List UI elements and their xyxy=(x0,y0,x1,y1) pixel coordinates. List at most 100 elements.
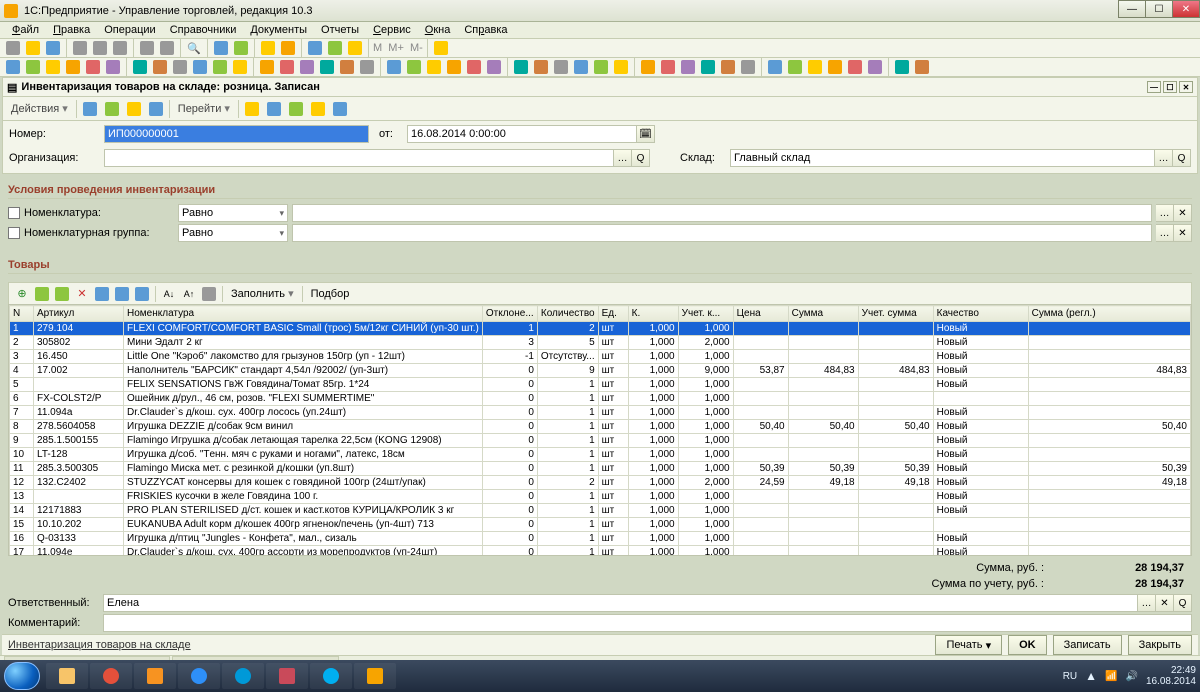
tb2-btn-29-icon[interactable] xyxy=(612,58,630,76)
tb2-btn-26-icon[interactable] xyxy=(552,58,570,76)
doc-tb-8-icon[interactable] xyxy=(309,100,327,118)
tb-new-icon[interactable] xyxy=(4,39,22,57)
tray-net-icon[interactable]: 📶 xyxy=(1105,671,1117,682)
nomen-value-input[interactable] xyxy=(292,204,1152,222)
menu-operations[interactable]: Операции xyxy=(98,22,161,38)
table-row[interactable]: 1279.104FLEXI COMFORT/COMFORT BASIC Smal… xyxy=(10,322,1191,336)
org-input[interactable] xyxy=(104,149,614,167)
tray-clock[interactable]: 22:49 16.08.2014 xyxy=(1146,665,1196,687)
tb-btn-c[interactable] xyxy=(259,39,277,57)
tb2-btn-6-icon[interactable] xyxy=(131,58,149,76)
close-button[interactable]: ✕ xyxy=(1172,0,1200,18)
col-header[interactable]: Артикул xyxy=(34,306,124,322)
table-row[interactable]: 10LT-128Игрушка д/соб. "Tенн. мяч с рука… xyxy=(10,448,1191,462)
grid-pick-button[interactable]: Подбор xyxy=(307,286,354,302)
tb-btn-d[interactable] xyxy=(279,39,297,57)
col-header[interactable]: Сумма (регл.) xyxy=(1028,306,1190,322)
tb2-btn-25-icon[interactable] xyxy=(532,58,550,76)
group-mode-combo[interactable]: Равно xyxy=(178,224,288,242)
tb-copy-icon[interactable] xyxy=(91,39,109,57)
tb-btn-e[interactable] xyxy=(306,39,324,57)
goto-menu[interactable]: Перейти xyxy=(174,100,234,117)
tb2-btn-11-icon[interactable] xyxy=(231,58,249,76)
doc-max-icon[interactable]: ☐ xyxy=(1163,81,1177,93)
col-header[interactable]: К. xyxy=(628,306,678,322)
menu-edit[interactable]: Правка xyxy=(47,22,96,38)
tb2-btn-3-icon[interactable] xyxy=(64,58,82,76)
tb2-btn-7-icon[interactable] xyxy=(151,58,169,76)
tb-cut-icon[interactable] xyxy=(71,39,89,57)
grid-fill-button[interactable]: Заполнить xyxy=(227,285,298,302)
group-clear-icon[interactable]: ✕ xyxy=(1174,224,1192,242)
tb2-btn-39-icon[interactable] xyxy=(826,58,844,76)
responsible-open-icon[interactable]: Q xyxy=(1174,594,1192,612)
minimize-button[interactable]: — xyxy=(1118,0,1146,18)
close-doc-button[interactable]: Закрыть xyxy=(1128,635,1192,655)
tb2-btn-18-icon[interactable] xyxy=(385,58,403,76)
tb2-btn-19-icon[interactable] xyxy=(405,58,423,76)
tb-btn-g[interactable] xyxy=(346,39,364,57)
tb-btn-b[interactable] xyxy=(232,39,250,57)
menu-help[interactable]: Справка xyxy=(458,22,513,38)
tray-flag-icon[interactable]: ▲ xyxy=(1085,669,1097,683)
tb2-btn-32-icon[interactable] xyxy=(679,58,697,76)
col-header[interactable]: Качество xyxy=(933,306,1028,322)
doc-close-icon[interactable]: ✕ xyxy=(1179,81,1193,93)
menu-reports[interactable]: Отчеты xyxy=(315,22,365,38)
col-header[interactable]: Учет. сумма xyxy=(858,306,933,322)
date-picker-icon[interactable]: 🗓 xyxy=(637,125,655,143)
task-hp[interactable] xyxy=(222,663,264,689)
menu-windows[interactable]: Окна xyxy=(419,22,457,38)
tb-paste-icon[interactable] xyxy=(111,39,129,57)
grid-sort1-icon[interactable]: A↓ xyxy=(160,285,178,303)
tb2-btn-5-icon[interactable] xyxy=(104,58,122,76)
tb2-btn-41-icon[interactable] xyxy=(866,58,884,76)
tb2-btn-24-icon[interactable] xyxy=(512,58,530,76)
tb2-btn-31-icon[interactable] xyxy=(659,58,677,76)
grid-down-icon[interactable] xyxy=(133,285,151,303)
tb-btn-h[interactable] xyxy=(432,39,450,57)
group-select-icon[interactable]: … xyxy=(1156,224,1174,242)
responsible-input[interactable]: Елена xyxy=(103,594,1138,612)
tb2-btn-16-icon[interactable] xyxy=(338,58,356,76)
tb-save-icon[interactable] xyxy=(44,39,62,57)
doc-tb-7-icon[interactable] xyxy=(287,100,305,118)
task-app1[interactable] xyxy=(266,663,308,689)
warehouse-input[interactable]: Главный склад xyxy=(730,149,1155,167)
table-row[interactable]: 2305802Мини Эдалт 2 кг35шт1,0002,000Новы… xyxy=(10,336,1191,350)
responsible-select-icon[interactable]: … xyxy=(1138,594,1156,612)
tb2-btn-13-icon[interactable] xyxy=(278,58,296,76)
org-select-icon[interactable]: … xyxy=(614,149,632,167)
tb2-btn-8-icon[interactable] xyxy=(171,58,189,76)
tb-btn-f[interactable] xyxy=(326,39,344,57)
doc-tb-2-icon[interactable] xyxy=(103,100,121,118)
task-skype[interactable] xyxy=(310,663,352,689)
tb2-btn-12-icon[interactable] xyxy=(258,58,276,76)
doc-tb-6-icon[interactable] xyxy=(265,100,283,118)
tb2-btn-20-icon[interactable] xyxy=(425,58,443,76)
doc-tb-9-icon[interactable] xyxy=(331,100,349,118)
doc-tb-5-icon[interactable] xyxy=(243,100,261,118)
tb2-btn-34-icon[interactable] xyxy=(719,58,737,76)
task-media[interactable] xyxy=(134,663,176,689)
grid-clone-icon[interactable] xyxy=(33,285,51,303)
save-button[interactable]: Записать xyxy=(1053,635,1122,655)
tb-find-icon[interactable]: 🔍 xyxy=(185,39,203,57)
nomen-clear-icon[interactable]: ✕ xyxy=(1174,204,1192,222)
tb2-btn-35-icon[interactable] xyxy=(739,58,757,76)
table-row[interactable]: 12132.C2402STUZZYCAT консервы для кошек … xyxy=(10,476,1191,490)
tb-open-icon[interactable] xyxy=(24,39,42,57)
table-row[interactable]: 1510.10.202EUKANUBA Adult корм д/кошек 4… xyxy=(10,518,1191,532)
number-input[interactable]: ИП000000001 xyxy=(104,125,369,143)
grid-add-icon[interactable]: ⊕ xyxy=(13,285,31,303)
grid-edit-icon[interactable] xyxy=(53,285,71,303)
table-row[interactable]: 1412171883PRO PLAN STERILISED д/ст. коше… xyxy=(10,504,1191,518)
tray-lang[interactable]: RU xyxy=(1063,671,1077,682)
tray-sound-icon[interactable]: 🔊 xyxy=(1125,671,1137,682)
tb2-btn-40-icon[interactable] xyxy=(846,58,864,76)
ok-button[interactable]: OK xyxy=(1008,635,1047,655)
footer-title-link[interactable]: Инвентаризация товаров на складе xyxy=(8,639,191,651)
col-header[interactable]: Учет. к... xyxy=(678,306,733,322)
doc-tb-4-icon[interactable] xyxy=(147,100,165,118)
org-open-icon[interactable]: Q xyxy=(632,149,650,167)
